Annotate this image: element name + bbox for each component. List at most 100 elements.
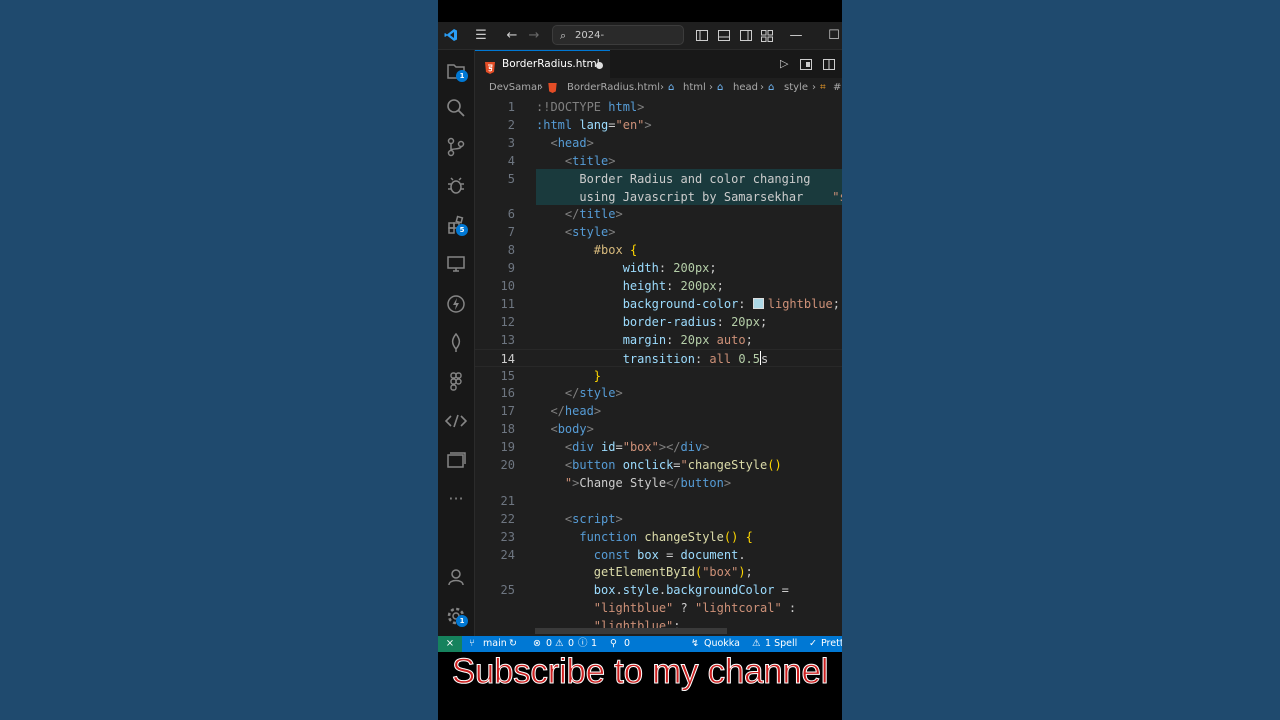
line-number: 3 [507,135,515,150]
code-line[interactable]: 7 <style> [475,223,842,241]
code-line[interactable]: 15 } [475,367,842,385]
search-icon: ⌕ [560,29,567,42]
code-text: <head> [550,135,594,150]
toggle-sidebar-icon[interactable] [694,22,710,49]
code-line[interactable]: using Javascript by Samarsekhar "s [475,188,842,206]
code-line[interactable]: "lightblue" ? "lightcoral" : [475,599,842,617]
code-line[interactable]: 12 border-radius: 20px; [475,313,842,331]
line-number: 4 [507,153,515,168]
breadcrumb-folder[interactable]: DevSamar [489,78,541,98]
settings-gear-icon[interactable]: 1 [438,598,474,634]
unsaved-dot-icon[interactable] [596,62,603,69]
figma-icon[interactable] [438,364,474,400]
remote-explorer-icon[interactable] [438,246,474,282]
account-icon[interactable] [438,559,474,595]
code-line[interactable]: 14 transition: all 0.5s [475,348,842,367]
code-text: #box { [593,243,638,258]
line-number: 2 [507,117,515,132]
run-debug-icon[interactable] [438,168,474,204]
line-number: 17 [500,404,515,419]
toggle-secondary-sidebar-icon[interactable] [738,22,754,49]
code-line[interactable]: 22 <script> [475,510,842,528]
code-text: <div id="box"></div> [564,440,710,455]
tab-bar: BorderRadius.html ▷ [475,50,842,79]
code-line[interactable]: 18 <body> [475,420,842,438]
chevron-right-icon: › [539,82,543,93]
code-line[interactable]: 5 Border Radius and color changing [475,170,842,188]
line-number: 18 [500,422,515,437]
minimize-icon[interactable]: — [788,22,804,49]
code-line[interactable]: 10 height: 200px; [475,277,842,295]
maximize-icon[interactable]: ☐ [826,22,842,49]
code-text: function changeStyle() { [579,529,753,544]
line-number: 7 [507,225,515,240]
color-swatch-icon[interactable] [752,297,764,309]
tab-borderradius-html[interactable]: BorderRadius.html [475,50,610,78]
code-line[interactable]: 9 width: 200px; [475,259,842,277]
open-preview-icon[interactable] [800,50,812,78]
code-line[interactable]: 20 <button onclick="changeStyle() [475,456,842,474]
breadcrumb-html[interactable]: html [683,78,706,98]
line-number: 16 [500,386,515,401]
run-icon[interactable]: ▷ [780,50,788,78]
line-number: 5 [507,171,515,186]
customize-layout-icon[interactable] [759,22,775,49]
horizontal-scrollbar[interactable] [535,628,727,634]
title-bar: ☰ ← → ⌕ 2024-WebDevProjects — ☐ [438,22,842,61]
menu-icon[interactable]: ☰ [472,22,490,49]
more-icon[interactable]: ··· [438,480,474,516]
code-line[interactable]: 19 <div id="box"></div> [475,438,842,456]
extensions-badge: 5 [456,224,468,236]
line-number: 1 [507,100,515,114]
code-text: const box = document. [593,547,746,562]
code-text: </head> [550,404,602,419]
line-number: 8 [507,243,515,258]
code-line[interactable]: 21 [475,492,842,510]
breadcrumb-file[interactable]: BorderRadius.html [567,78,660,98]
code-line[interactable]: 23 function changeStyle() { [475,528,842,546]
breadcrumb-head[interactable]: head [733,78,758,98]
element-icon: ⌂ [717,82,724,93]
selector-icon: ⌗ [820,82,826,93]
breadcrumb-style[interactable]: style [784,78,808,98]
code-line[interactable]: 3 <head> [475,134,842,152]
thunder-client-icon[interactable] [438,286,474,322]
code-line[interactable]: 4 <title> [475,152,842,170]
code-line[interactable]: 6 </title> [475,205,842,223]
code-line[interactable]: 24 const box = document. [475,546,842,564]
code-line[interactable]: 11 background-color: lightblue; [475,295,842,313]
line-number: 9 [507,261,515,276]
code-text: border-radius: 20px; [622,314,768,329]
extensions-icon[interactable]: 5 [438,207,474,243]
source-control-icon[interactable] [438,129,474,165]
split-editor-icon[interactable] [823,50,835,78]
code-tag-icon[interactable] [438,403,474,439]
subscribe-caption: Subscribe to my channel [451,652,829,692]
code-line[interactable]: 8 #box { [475,241,842,259]
back-arrow-icon[interactable]: ← [504,22,520,49]
breadcrumb-selector[interactable]: # [833,78,841,98]
code-line[interactable]: 17 </head> [475,402,842,420]
video-frame: ☰ ← → ⌕ 2024-WebDevProjects — ☐ 1 [438,0,842,720]
explorer-icon[interactable]: 1 [438,53,474,89]
code-text: Border Radius and color changing [536,171,811,186]
code-text: "lightblue" ? "lightcoral" : [593,601,797,616]
toggle-panel-icon[interactable] [716,22,732,49]
code-line[interactable]: ">Change Style</button> [475,474,842,492]
code-editor[interactable]: 1:!DOCTYPE html> 2 :html lang="en"> 3 <head… [475,98,842,634]
code-line[interactable]: 1:!DOCTYPE html> [475,98,842,116]
panels-icon[interactable] [438,442,474,478]
code-line[interactable]: getElementById("box"); [475,563,842,581]
code-line[interactable]: 13 margin: 20px auto; [475,331,842,349]
mongodb-icon[interactable] [438,325,474,361]
code-line[interactable]: 16 </style> [475,384,842,402]
command-center-search[interactable]: ⌕ 2024-WebDevProjects [552,25,684,61]
search-icon[interactable] [438,90,474,126]
code-line[interactable]: 25 box.style.backgroundColor = [475,581,842,599]
forward-arrow-icon[interactable]: → [526,22,542,49]
line-number: 11 [500,296,515,311]
code-line[interactable]: 2 :html lang="en"> [475,116,842,134]
code-text: :html lang="en"> [536,117,652,132]
editor-area: BorderRadius.html ▷ DevSamar › BorderRad… [475,50,842,636]
code-text: <button onclick="changeStyle() [564,458,782,472]
